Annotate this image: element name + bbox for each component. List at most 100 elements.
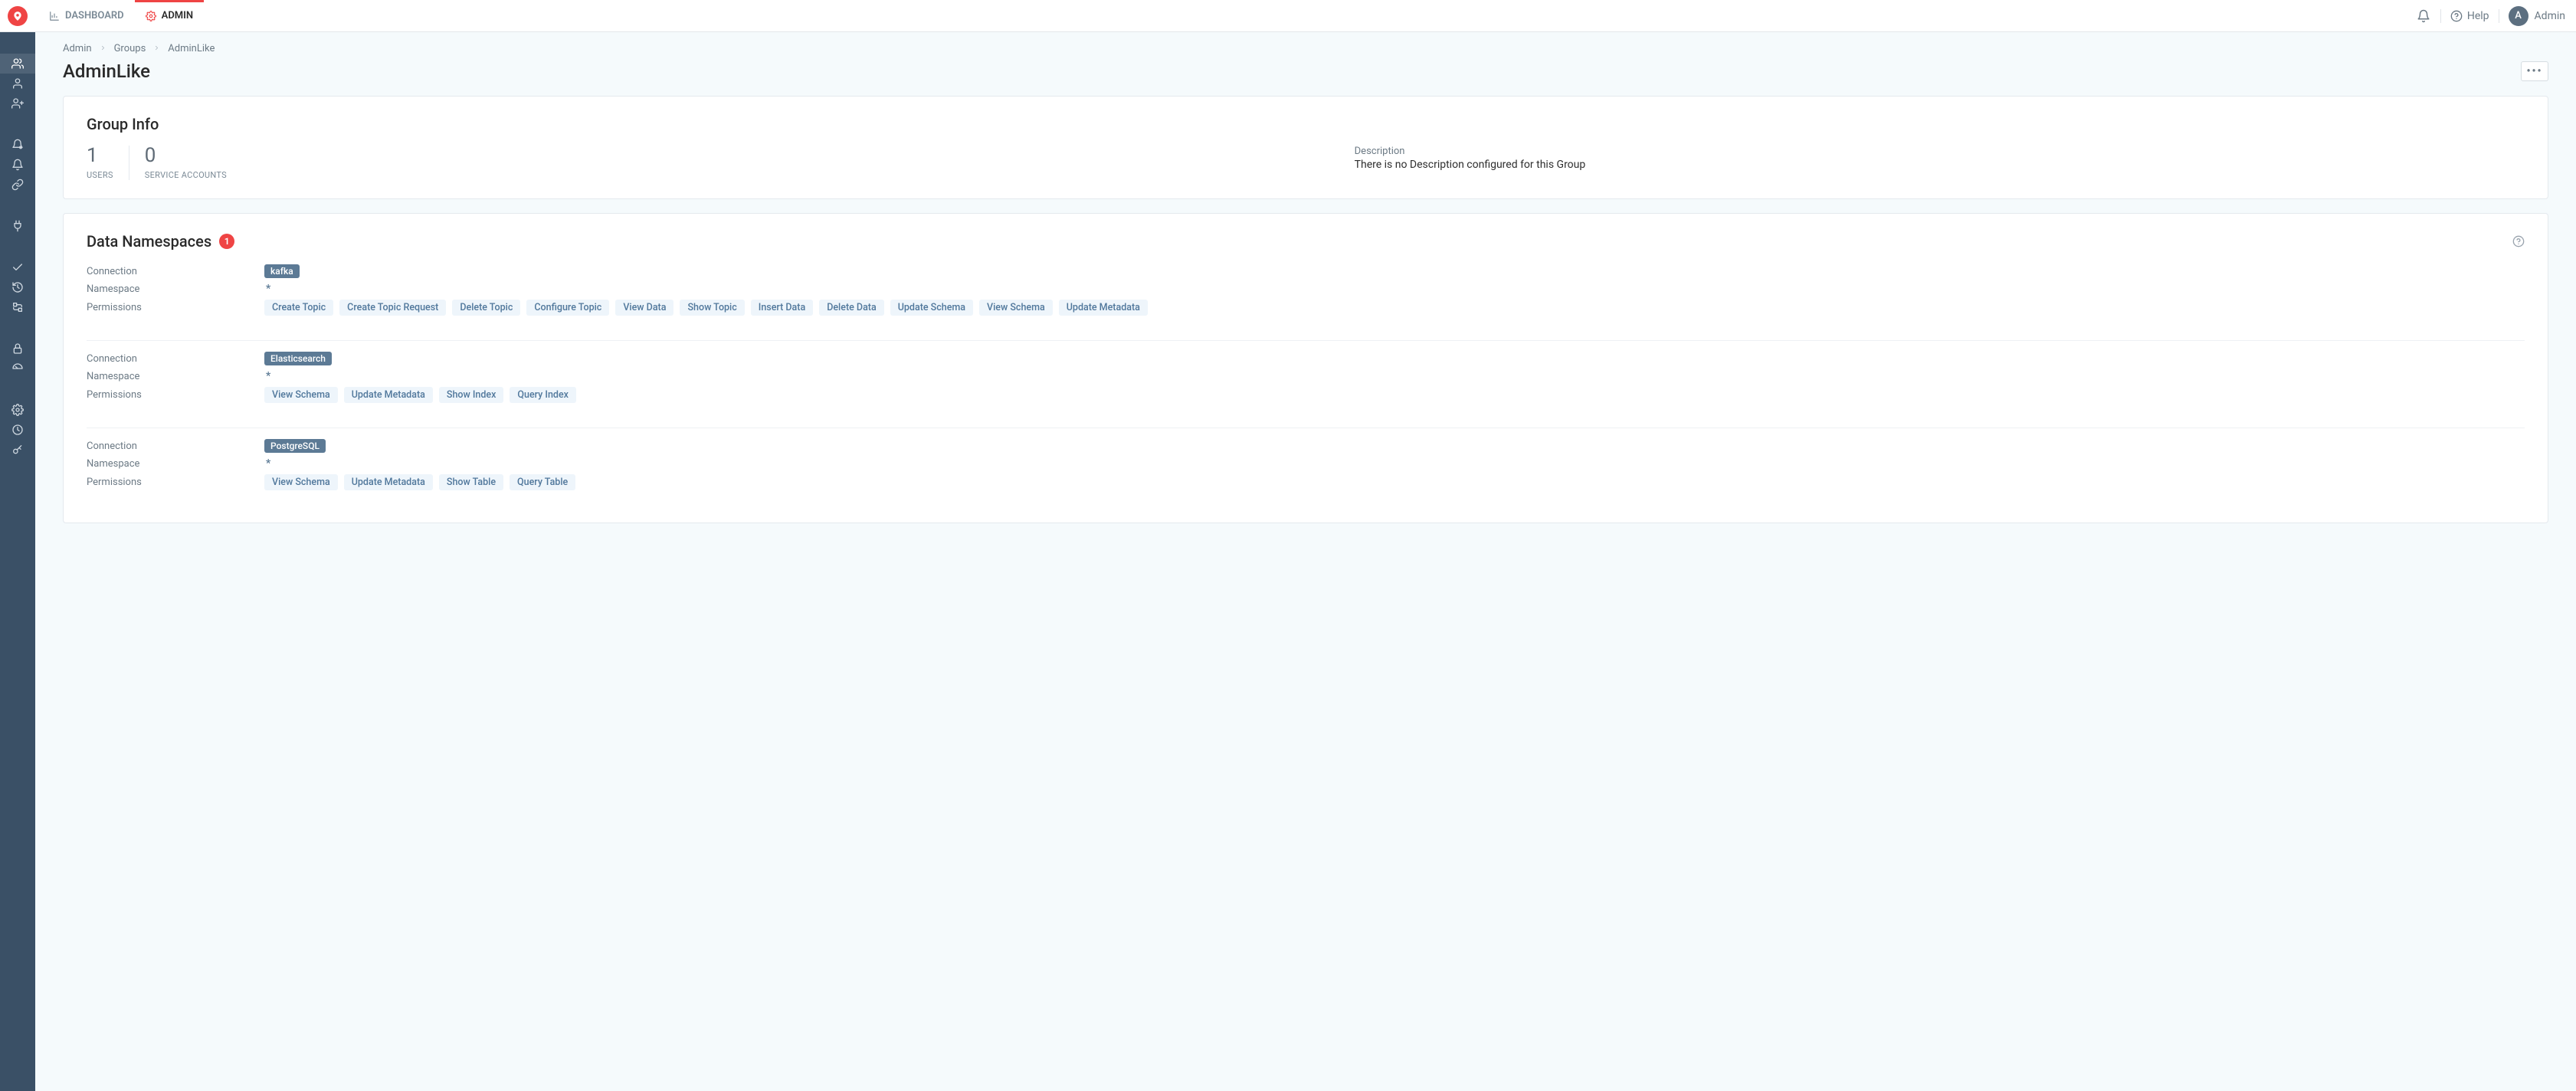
help-label: Help (2467, 10, 2489, 22)
permissions-label: Permissions (87, 477, 264, 488)
namespace-value: * (264, 283, 270, 295)
bell-gear-icon (11, 139, 24, 151)
permission-chip: Update Metadata (344, 387, 433, 403)
key-icon (11, 444, 24, 456)
flow-icon (11, 301, 24, 313)
help-link[interactable]: Help (2450, 10, 2489, 22)
permission-chip: Show Index (439, 387, 504, 403)
breadcrumb: AdminGroupsAdminLike (63, 43, 2548, 54)
user-icon (11, 77, 24, 90)
group-stats: 1 USERS 0 SERVICE ACCOUNTS (87, 146, 242, 180)
sidebar-item-plugin[interactable] (0, 216, 35, 236)
sidebar-item-flow[interactable] (0, 297, 35, 317)
namespace-count-badge: 1 (219, 234, 234, 249)
sidebar-item-user[interactable] (0, 74, 35, 93)
user-plus-icon (11, 97, 24, 110)
topnav-label: DASHBOARD (65, 10, 124, 21)
breadcrumb-admin[interactable]: Admin (63, 43, 92, 54)
main-content: AdminGroupsAdminLike AdminLike ••• Group… (35, 32, 2576, 1091)
avatar: A (2509, 6, 2528, 26)
namespace-label: Namespace (87, 371, 264, 382)
permission-chip: View Schema (264, 387, 338, 403)
permission-chip: Insert Data (751, 300, 813, 316)
namespace-list: Connection kafka Namespace * Permissions… (87, 264, 2525, 504)
description-text: There is no Description configured for t… (1355, 159, 2525, 171)
permission-chip: Update Schema (890, 300, 973, 316)
gear-icon (11, 404, 24, 416)
stat-service-accounts: 0 SERVICE ACCOUNTS (129, 146, 242, 180)
permissions-row: View Schema Update Metadata Show Table Quer… (264, 474, 2525, 490)
divider (87, 340, 2525, 341)
permission-chip: Show Table (439, 474, 503, 490)
sidebar-item-settings[interactable] (0, 400, 35, 420)
permission-chip: Show Topic (680, 300, 744, 316)
sidebar-item-links[interactable] (0, 175, 35, 195)
sidebar-item-alert-settings[interactable] (0, 135, 35, 155)
permissions-row: View Schema Update Metadata Show Index Quer… (264, 387, 2525, 403)
history-icon (11, 281, 24, 293)
user-name: Admin (2535, 10, 2565, 22)
link-icon (11, 179, 24, 191)
permission-chip: Create Topic Request (339, 300, 446, 316)
sidebar-item-user-plus[interactable] (0, 93, 35, 113)
connection-label: Connection (87, 441, 264, 452)
stat-label: USERS (87, 170, 113, 180)
sidebar-item-schedule[interactable] (0, 420, 35, 440)
breadcrumb-groups[interactable]: Groups (114, 43, 146, 54)
users-icon (11, 57, 24, 70)
description-label: Description (1355, 146, 2525, 157)
namespace-block: Connection PostgreSQL Namespace * Permis… (87, 439, 2525, 504)
permission-chip: Delete Data (819, 300, 884, 316)
namespace-value: * (264, 370, 270, 382)
permission-chip: View Data (615, 300, 673, 316)
topbar: DASHBOARD ADMIN Help A Admin (0, 0, 2576, 32)
group-info-card: Group Info 1 USERS 0 SERVICE ACCOUNTS Des… (63, 96, 2548, 199)
namespace-value: * (264, 457, 270, 470)
check-icon (11, 261, 24, 274)
permissions-label: Permissions (87, 389, 264, 401)
gear-icon (146, 11, 156, 21)
permission-chip: Update Metadata (344, 474, 433, 490)
help-icon (2450, 10, 2463, 22)
namespace-block: Connection Elasticsearch Namespace * Per… (87, 352, 2525, 417)
topnav-item-admin[interactable]: ADMIN (135, 0, 204, 32)
sidebar-item-security[interactable] (0, 339, 35, 359)
permission-chip: View Schema (979, 300, 1053, 316)
permissions-label: Permissions (87, 302, 264, 313)
sidebar-item-dashboard[interactable] (0, 359, 35, 378)
sidebar-item-history[interactable] (0, 277, 35, 297)
bell-icon (11, 159, 24, 171)
namespace-label: Namespace (87, 458, 264, 470)
sidebar (0, 32, 35, 1091)
permission-chip: View Schema (264, 474, 338, 490)
data-namespaces-card: Data Namespaces 1 Connection kafka Names… (63, 213, 2548, 523)
permission-chip: Query Index (510, 387, 576, 403)
more-actions-button[interactable]: ••• (2521, 61, 2548, 81)
namespace-label: Namespace (87, 283, 264, 295)
notifications-button[interactable] (2416, 8, 2431, 24)
app-logo[interactable] (8, 6, 28, 26)
help-icon[interactable] (2512, 235, 2525, 247)
connection-label: Connection (87, 353, 264, 365)
plug-icon (11, 220, 24, 232)
sidebar-item-keys[interactable] (0, 440, 35, 460)
permission-chip: Query Table (510, 474, 575, 490)
stat-label: SERVICE ACCOUNTS (145, 170, 227, 180)
sidebar-item-groups[interactable] (0, 54, 35, 74)
divider (2440, 9, 2441, 23)
sidebar-item-check[interactable] (0, 257, 35, 277)
permission-chip: Update Metadata (1059, 300, 1148, 316)
user-menu[interactable]: A Admin (2509, 6, 2565, 26)
bar-chart-icon (49, 11, 60, 21)
connection-tag: Elasticsearch (264, 352, 332, 365)
clock-icon (11, 424, 24, 436)
connection-label: Connection (87, 266, 264, 277)
lock-icon (11, 342, 24, 355)
sidebar-item-alerts[interactable] (0, 155, 35, 175)
connection-tag: PostgreSQL (264, 439, 326, 453)
group-info-title: Group Info (87, 115, 2525, 133)
topnav-item-dashboard[interactable]: DASHBOARD (38, 0, 135, 32)
chevron-right-icon (100, 43, 107, 54)
permission-chip: Delete Topic (452, 300, 520, 316)
stat-value: 1 (87, 146, 113, 165)
